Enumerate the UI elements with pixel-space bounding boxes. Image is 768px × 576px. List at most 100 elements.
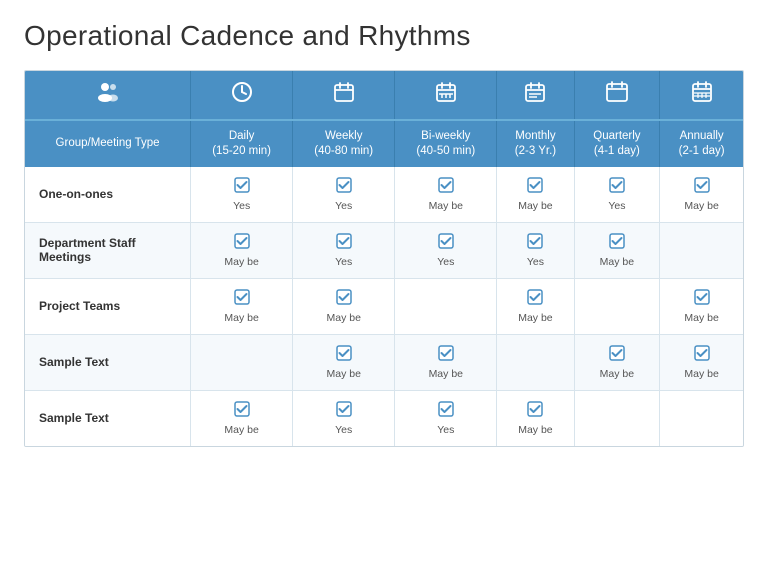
cell-text-2-1: May be — [326, 312, 360, 324]
cell-text-3-4: May be — [600, 368, 634, 380]
cell-text-1-1: Yes — [335, 256, 352, 268]
cell-text-2-0: May be — [224, 312, 258, 324]
col-label-sub-6: (2-1 day) — [679, 145, 725, 157]
cell-1-5 — [660, 222, 743, 278]
cell-2-5: May be — [660, 278, 743, 334]
col-label-2: Weekly(40-80 min) — [293, 120, 395, 167]
checkbox-icon-3-5 — [694, 345, 710, 365]
cell-2-1: May be — [293, 278, 395, 334]
cell-0-1: Yes — [293, 167, 395, 223]
cell-text-3-1: May be — [326, 368, 360, 380]
col-label-main-3: Bi-weekly — [421, 130, 470, 142]
checkbox-icon-4-3 — [527, 401, 543, 421]
cell-text-1-2: Yes — [437, 256, 454, 268]
cell-content-0-1: Yes — [297, 177, 390, 212]
cell-content-2-3: May be — [501, 289, 569, 324]
checkbox-icon-1-0 — [234, 233, 250, 253]
table-row: One-on-ones Yes Yes May be May be Yes May be — [25, 167, 743, 223]
cell-1-2: Yes — [395, 222, 497, 278]
cell-3-2: May be — [395, 334, 497, 390]
cell-2-3: May be — [497, 278, 574, 334]
cell-content-3-4: May be — [579, 345, 656, 380]
checkbox-icon-2-0 — [234, 289, 250, 309]
checkbox-icon-0-2 — [438, 177, 454, 197]
table-row: Department StaffMeetingsMay beYesYesYesM… — [25, 222, 743, 278]
cell-0-0: Yes — [191, 167, 293, 223]
cell-3-3 — [497, 334, 574, 390]
cell-text-0-3: May be — [518, 200, 552, 212]
cell-text-0-2: May be — [429, 200, 463, 212]
cell-1-3: Yes — [497, 222, 574, 278]
checkbox-icon-1-2 — [438, 233, 454, 253]
cell-1-4: May be — [574, 222, 660, 278]
cell-content-3-2: May be — [399, 345, 492, 380]
checkbox-icon-1-1 — [336, 233, 352, 253]
cell-text-0-5: May be — [684, 200, 718, 212]
table-row: Sample TextMay beYesYesMay be — [25, 390, 743, 446]
cell-0-5: May be — [660, 167, 743, 223]
col-icon-1 — [191, 71, 293, 120]
col-label-sub-4: (2-3 Yr.) — [515, 145, 556, 157]
cell-2-2 — [395, 278, 497, 334]
col-label-0: Group/Meeting Type — [25, 120, 191, 167]
cell-content-4-0: May be — [195, 401, 288, 436]
cell-content-2-0: May be — [195, 289, 288, 324]
row-label-0: One-on-ones — [25, 167, 191, 223]
col-icon-0 — [25, 71, 191, 120]
col-label-main-5: Quarterly — [593, 130, 640, 142]
cell-content-2-1: May be — [297, 289, 390, 324]
checkbox-icon-1-4 — [609, 233, 625, 253]
cell-1-0: May be — [191, 222, 293, 278]
cell-content-0-4: Yes — [579, 177, 656, 212]
cell-content-1-2: Yes — [399, 233, 492, 268]
col-label-4: Monthly(2-3 Yr.) — [497, 120, 574, 167]
cell-4-3: May be — [497, 390, 574, 446]
col-label-6: Annually(2-1 day) — [660, 120, 743, 167]
col-label-main-2: Weekly — [325, 130, 363, 142]
cell-content-3-5: May be — [664, 345, 739, 380]
cell-4-5 — [660, 390, 743, 446]
checkbox-icon-0-0 — [234, 177, 250, 197]
cell-content-2-5: May be — [664, 289, 739, 324]
page-title: Operational Cadence and Rhythms — [24, 20, 744, 52]
row-label-2: Project Teams — [25, 278, 191, 334]
cell-content-1-4: May be — [579, 233, 656, 268]
checkbox-icon-0-4 — [609, 177, 625, 197]
cell-content-4-1: Yes — [297, 401, 390, 436]
row-label-4: Sample Text — [25, 390, 191, 446]
cell-1-1: Yes — [293, 222, 395, 278]
cell-text-3-2: May be — [429, 368, 463, 380]
checkbox-icon-3-1 — [336, 345, 352, 365]
cell-text-1-3: Yes — [527, 256, 544, 268]
cell-content-3-1: May be — [297, 345, 390, 380]
cell-0-4: Yes — [574, 167, 660, 223]
cell-content-0-3: May be — [501, 177, 569, 212]
col-label-1: Daily(15-20 min) — [191, 120, 293, 167]
cell-4-2: Yes — [395, 390, 497, 446]
col-icon-3 — [395, 71, 497, 120]
checkbox-icon-2-5 — [694, 289, 710, 309]
cell-3-0 — [191, 334, 293, 390]
cell-content-4-3: May be — [501, 401, 569, 436]
checkbox-icon-2-1 — [336, 289, 352, 309]
cell-0-2: May be — [395, 167, 497, 223]
cell-2-0: May be — [191, 278, 293, 334]
col-label-sub-3: (40-50 min) — [416, 145, 475, 157]
cell-3-4: May be — [574, 334, 660, 390]
cell-0-3: May be — [497, 167, 574, 223]
checkbox-icon-4-1 — [336, 401, 352, 421]
cell-text-0-0: Yes — [233, 200, 250, 212]
cell-3-1: May be — [293, 334, 395, 390]
table-row: Project Teams May be May be May be May be — [25, 278, 743, 334]
cell-text-0-1: Yes — [335, 200, 352, 212]
checkbox-icon-4-2 — [438, 401, 454, 421]
cell-text-3-5: May be — [684, 368, 718, 380]
cell-text-4-1: Yes — [335, 424, 352, 436]
checkbox-icon-0-3 — [527, 177, 543, 197]
cell-4-4 — [574, 390, 660, 446]
cell-text-2-5: May be — [684, 312, 718, 324]
checkbox-icon-4-0 — [234, 401, 250, 421]
checkbox-icon-0-5 — [694, 177, 710, 197]
col-label-5: Quarterly(4-1 day) — [574, 120, 660, 167]
checkbox-icon-3-4 — [609, 345, 625, 365]
